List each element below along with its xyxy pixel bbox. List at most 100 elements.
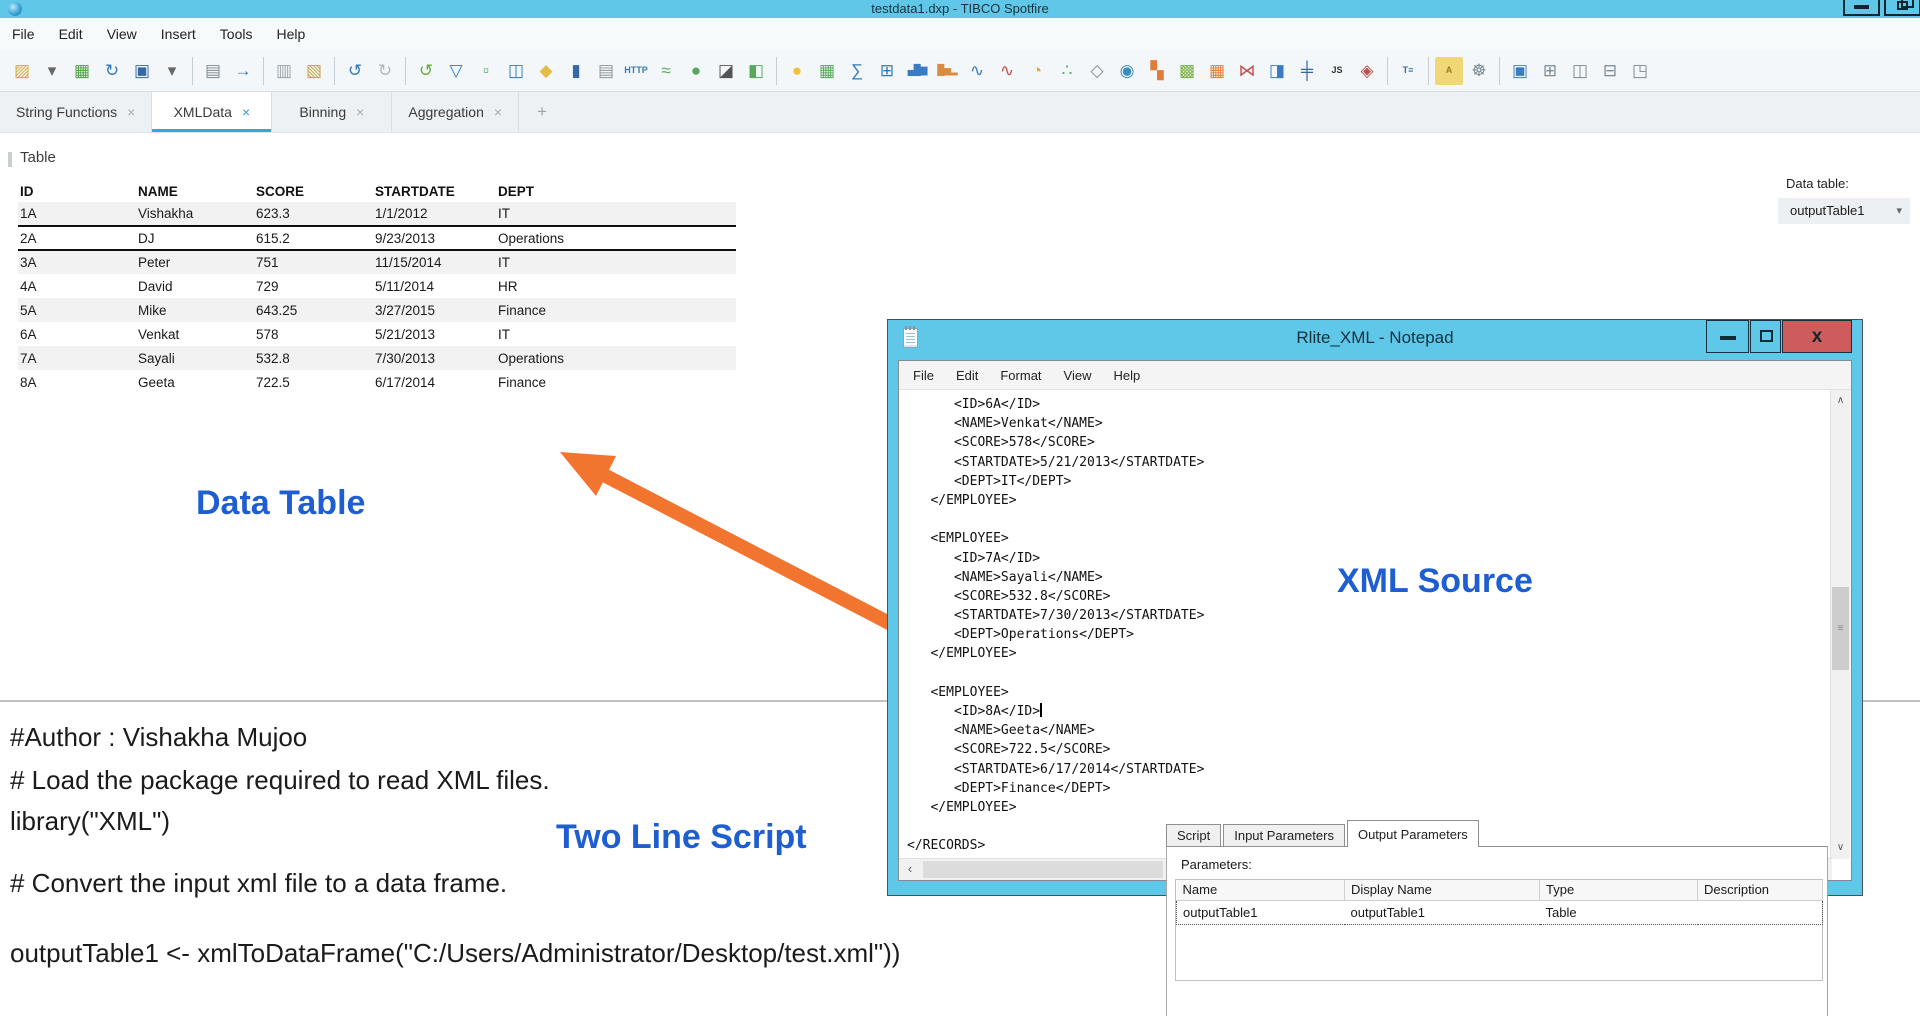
summary-table-icon[interactable]: ∑ [843, 57, 871, 85]
text-area-icon[interactable]: T≡ [1394, 57, 1422, 85]
menu-view[interactable]: View [107, 26, 137, 42]
column-header-score[interactable]: SCORE [254, 180, 373, 202]
notepad-maximize-button[interactable] [1750, 320, 1781, 353]
tab-aggregation[interactable]: Aggregation × [392, 92, 520, 132]
treemap-icon[interactable]: ▚ [1143, 57, 1171, 85]
scrollbar-thumb[interactable] [923, 861, 1163, 878]
pie-chart-icon[interactable]: ◔ [1023, 57, 1051, 85]
bookmarks-icon[interactable]: ▮ [562, 57, 590, 85]
notepad-close-button[interactable]: x [1782, 320, 1852, 353]
notepad-menu-file[interactable]: File [913, 368, 934, 383]
scroll-left-icon[interactable]: ‹ [899, 859, 921, 880]
redo-icon[interactable]: ↻ [371, 57, 399, 85]
menu-help[interactable]: Help [276, 26, 305, 42]
param-column-display-name[interactable]: Display Name [1344, 880, 1540, 901]
copy-icon[interactable]: ▥ [270, 57, 298, 85]
column-header-id[interactable]: ID [18, 180, 136, 202]
menu-insert[interactable]: Insert [161, 26, 196, 42]
document-properties-icon[interactable]: ☸ [1465, 57, 1493, 85]
marking-icon[interactable]: ▫ [472, 57, 500, 85]
javascript-icon[interactable]: JS [1323, 57, 1351, 85]
duplicate-page-icon[interactable]: ▤ [592, 57, 620, 85]
column-header-name[interactable]: NAME [136, 180, 254, 202]
open-file-icon[interactable]: ▨ [8, 57, 36, 85]
tab-close-icon[interactable]: × [494, 104, 502, 120]
tab-xmldata[interactable]: XMLData × [152, 92, 273, 132]
parameters-tab-output-parameters[interactable]: Output Parameters [1346, 820, 1479, 847]
parameters-tab-script[interactable]: Script [1166, 824, 1222, 847]
minimize-button[interactable] [1843, 0, 1880, 16]
recommendations-icon[interactable]: ● [783, 57, 811, 85]
param-column-type[interactable]: Type [1539, 880, 1698, 901]
tab-close-icon[interactable]: × [127, 104, 135, 120]
data-relationships-icon[interactable]: ≈ [652, 57, 680, 85]
tab-string-functions[interactable]: String Functions × [0, 92, 153, 132]
combination-chart-icon[interactable]: ∿ [993, 57, 1021, 85]
scatter-plot-icon[interactable]: ∴ [1053, 57, 1081, 85]
table-row[interactable]: 8A Geeta 722.5 6/17/2014 Finance [18, 370, 736, 394]
revert-marking-icon[interactable]: ↺ [412, 57, 440, 85]
open-file-dropdown-icon[interactable]: ▾ [38, 57, 66, 85]
tags-icon[interactable]: ◆ [532, 57, 560, 85]
details-visualization-icon[interactable]: ◨ [1263, 57, 1291, 85]
scroll-up-icon[interactable]: ∧ [1831, 390, 1850, 412]
column-header-dept[interactable]: DEPT [496, 180, 736, 202]
graphical-table-icon[interactable]: ◈ [1353, 57, 1381, 85]
web-page-icon[interactable]: HTTP [622, 57, 650, 85]
maximize-visualization-icon[interactable]: ◳ [1626, 57, 1654, 85]
table-row[interactable]: 4A David 729 5/11/2014 HR [18, 274, 736, 298]
param-column-name[interactable]: Name [1176, 880, 1345, 901]
box-plot-icon[interactable]: ╪ [1293, 57, 1321, 85]
layout-stack-icon[interactable]: ▣ [1506, 57, 1534, 85]
waterfall-chart-icon[interactable]: █▅▂ [933, 57, 961, 85]
notepad-menu-format[interactable]: Format [1000, 368, 1041, 383]
parallel-coordinate-icon[interactable]: ⋈ [1233, 57, 1261, 85]
table-row[interactable]: 3A Peter 751 11/15/2014 IT [18, 250, 736, 274]
save-dropdown-icon[interactable]: ▾ [158, 57, 186, 85]
visualization-grip[interactable] [8, 152, 12, 167]
menu-edit[interactable]: Edit [59, 26, 83, 42]
new-table-icon[interactable]: ▦ [813, 57, 841, 85]
scrollbar-thumb[interactable]: ≡ [1832, 587, 1849, 670]
table-row[interactable]: 5A Mike 643.25 3/27/2015 Finance [18, 298, 736, 322]
map-chart-icon[interactable]: ◉ [1113, 57, 1141, 85]
param-column-description[interactable]: Description [1697, 880, 1823, 901]
notepad-menu-view[interactable]: View [1064, 368, 1092, 383]
table-row[interactable]: 2A DJ 615.2 9/23/2013 Operations [18, 225, 736, 251]
notepad-menu-edit[interactable]: Edit [956, 368, 978, 383]
add-content-icon[interactable]: ◧ [742, 57, 770, 85]
bar-chart-icon[interactable]: ▄█▆ [903, 57, 931, 85]
notepad-minimize-button[interactable] [1706, 320, 1749, 353]
table-row[interactable]: 6A Venkat 578 5/21/2013 IT [18, 322, 736, 346]
parameter-row[interactable]: outputTable1 outputTable1 Table [1176, 899, 1823, 925]
parameters-tab-input-parameters[interactable]: Input Parameters [1223, 824, 1345, 847]
menu-tools[interactable]: Tools [220, 26, 253, 42]
column-organizer-icon[interactable]: ◫ [502, 57, 530, 85]
tab-binning[interactable]: Binning × [272, 92, 393, 132]
heat-map-icon[interactable]: ▩ [1173, 57, 1201, 85]
notepad-vertical-scrollbar[interactable]: ∧ ≡ ∨ [1830, 390, 1850, 859]
reload-data-icon[interactable]: ↻ [98, 57, 126, 85]
table-row[interactable]: 1A Vishakha 623.3 1/1/2012 IT [18, 202, 736, 226]
new-page-button[interactable]: + [519, 92, 565, 132]
paste-icon[interactable]: ▧ [300, 57, 328, 85]
tab-close-icon[interactable]: × [242, 104, 250, 120]
comments-icon[interactable]: ● [682, 57, 710, 85]
notepad-menu-help[interactable]: Help [1113, 368, 1140, 383]
layout-rows-icon[interactable]: ⊟ [1596, 57, 1624, 85]
layout-grid-icon[interactable]: ⊞ [1536, 57, 1564, 85]
cross-table-icon[interactable]: ⊞ [873, 57, 901, 85]
data-table-selector[interactable]: outputTable1 ▾ [1778, 198, 1910, 224]
kpi-chart-icon[interactable]: ▦ [1203, 57, 1231, 85]
layout-side-by-side-icon[interactable]: ◫ [1566, 57, 1594, 85]
tab-close-icon[interactable]: × [356, 104, 364, 120]
save-icon[interactable]: ▣ [128, 57, 156, 85]
add-data-tables-icon[interactable]: ▦ [68, 57, 96, 85]
filter-icon[interactable]: ▽ [442, 57, 470, 85]
column-header-startdate[interactable]: STARTDATE [373, 180, 496, 202]
scatter-3d-icon[interactable]: ◇ [1083, 57, 1111, 85]
undo-icon[interactable]: ↺ [341, 57, 369, 85]
format-text-icon[interactable]: A [1435, 56, 1463, 85]
line-chart-icon[interactable]: ∿ [963, 57, 991, 85]
print-icon[interactable]: ▤ [199, 57, 227, 85]
